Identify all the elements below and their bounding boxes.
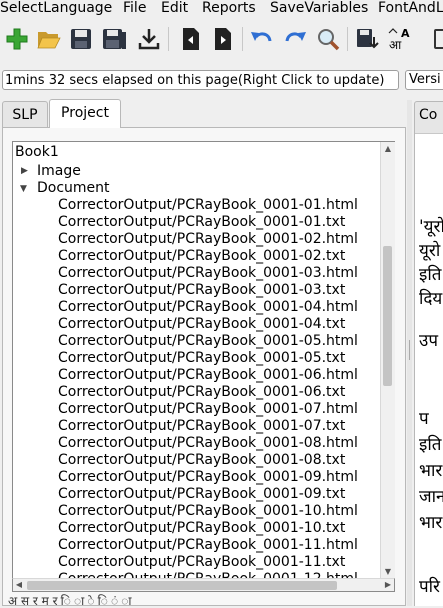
tree-file-item[interactable]: CorrectorOutput/PCRayBook_0001-11.txt [58,554,345,571]
document-text-line: जान [419,487,443,507]
tree-file-item[interactable]: CorrectorOutput/PCRayBook_0001-08.txt [58,452,345,469]
document-text-line: परि [419,577,441,597]
tree-file-item[interactable]: CorrectorOutput/PCRayBook_0001-10.txt [58,520,345,537]
tree-file-item[interactable]: CorrectorOutput/PCRayBook_0001-01.html [58,197,358,214]
tree-folder-image[interactable]: ▶ Image [13,163,213,180]
tab-project[interactable]: Project [49,99,121,128]
svg-text:आ: आ [389,38,402,51]
document-text-line: भार [419,513,443,533]
previous-page-icon[interactable] [178,25,204,53]
tree-file-item[interactable]: CorrectorOutput/PCRayBook_0001-05.html [58,333,358,350]
tree-folder-document[interactable]: ▼ Document [13,180,213,197]
tree-file-item[interactable]: CorrectorOutput/PCRayBook_0001-09.html [58,469,358,486]
add-icon[interactable] [4,25,30,53]
menu-edit[interactable]: Edit [161,0,188,17]
save-icon[interactable] [68,25,94,53]
expand-arrow-icon[interactable]: ▶ [21,163,28,180]
tree-file-item[interactable]: CorrectorOutput/PCRayBook_0001-01.txt [58,214,345,231]
scroll-down-arrow-icon[interactable]: ▼ [381,565,395,578]
download-icon[interactable] [136,25,162,53]
menu-save-variables[interactable]: SaveVariables [270,0,368,17]
document-text-line: इति [419,265,442,285]
tab-slp[interactable]: SLP [2,101,48,127]
svg-text:A: A [401,27,410,40]
tree-folder-label: Document [37,180,110,196]
tree-file-item[interactable]: CorrectorOutput/PCRayBook_0001-07.html [58,401,358,418]
elapsed-time-field[interactable]: 1mins 32 secs elapsed on this page(Right… [2,70,399,90]
tree-vertical-scrollbar[interactable]: ▲ ▼ [380,142,395,578]
search-icon[interactable] [315,25,341,53]
menu-bar: SelectLanguage File Edit Reports SaveVar… [0,0,443,19]
redo-icon[interactable] [282,25,308,53]
panel-splitter[interactable] [407,100,412,606]
menu-select-language[interactable]: SelectLanguage [0,0,112,17]
save-page-icon[interactable] [354,25,380,53]
document-text-line: यूरो [419,241,441,261]
tree-horizontal-scrollbar[interactable]: ◀ ▶ [12,578,395,592]
tree-file-item[interactable]: CorrectorOutput/PCRayBook_0001-09.txt [58,486,345,503]
collapse-arrow-icon[interactable]: ▼ [20,181,27,198]
tree-file-item[interactable]: CorrectorOutput/PCRayBook_0001-07.txt [58,418,345,435]
more-icon[interactable] [424,25,443,53]
document-text-line: इति [419,435,442,455]
scroll-left-arrow-icon[interactable]: ◀ [13,579,25,591]
document-view[interactable]: 'यूरो यूरो इति दिय उप प इति भार जान भार … [414,127,443,606]
scroll-right-arrow-icon[interactable]: ▶ [382,579,394,591]
tree-folder-label: Image [37,163,81,179]
document-text-line: दिय [419,289,443,309]
save-all-icon[interactable] [102,25,128,53]
project-tree[interactable]: Book1 ▶ Image ▼ Document CorrectorOutput… [12,141,395,579]
tree-file-item[interactable]: CorrectorOutput/PCRayBook_0001-10.html [58,503,358,520]
menu-reports[interactable]: Reports [202,0,256,17]
tab-corrector[interactable]: Co [414,101,443,127]
tree-file-item[interactable]: CorrectorOutput/PCRayBook_0001-04.html [58,299,358,316]
toolbar-separator [347,27,348,51]
scroll-up-arrow-icon[interactable]: ▲ [381,142,395,155]
menu-file[interactable]: File [123,0,146,17]
toolbar: Aआ [0,22,443,56]
tree-file-item[interactable]: CorrectorOutput/PCRayBook_0001-03.html [58,265,358,282]
tree-file-item[interactable]: CorrectorOutput/PCRayBook_0001-03.txt [58,282,345,299]
tree-file-item[interactable]: CorrectorOutput/PCRayBook_0001-11.html [58,537,358,554]
document-text-line: प [419,409,429,429]
tree-file-item[interactable]: CorrectorOutput/PCRayBook_0001-06.html [58,367,358,384]
open-folder-icon[interactable] [36,25,62,53]
font-size-icon[interactable]: Aआ [388,25,414,53]
menu-font-and-layout[interactable]: FontAndL [378,0,443,17]
tree-file-item[interactable]: CorrectorOutput/PCRayBook_0001-04.txt [58,316,345,333]
tree-file-item[interactable]: CorrectorOutput/PCRayBook_0001-08.html [58,435,358,452]
version-button[interactable]: Versi [405,70,443,90]
toolbar-separator [168,27,169,51]
tree-root[interactable]: Book1 [15,144,59,161]
scrollbar-thumb[interactable] [27,581,337,590]
next-page-icon[interactable] [210,25,236,53]
undo-icon[interactable] [249,25,275,53]
toolbar-separator [242,27,243,51]
document-text-line: उप [419,331,438,351]
document-text-line: भार [419,461,443,481]
document-view-header [415,127,443,134]
tree-file-item[interactable]: CorrectorOutput/PCRayBook_0001-06.txt [58,384,345,401]
tree-file-item[interactable]: CorrectorOutput/PCRayBook_0001-02.html [58,231,358,248]
tree-file-item[interactable]: CorrectorOutput/PCRayBook_0001-02.txt [58,248,345,265]
scrollbar-thumb[interactable] [383,246,392,386]
tree-file-item[interactable]: CorrectorOutput/PCRayBook_0001-05.txt [58,350,345,367]
document-text-line: 'यूरो [419,217,443,237]
